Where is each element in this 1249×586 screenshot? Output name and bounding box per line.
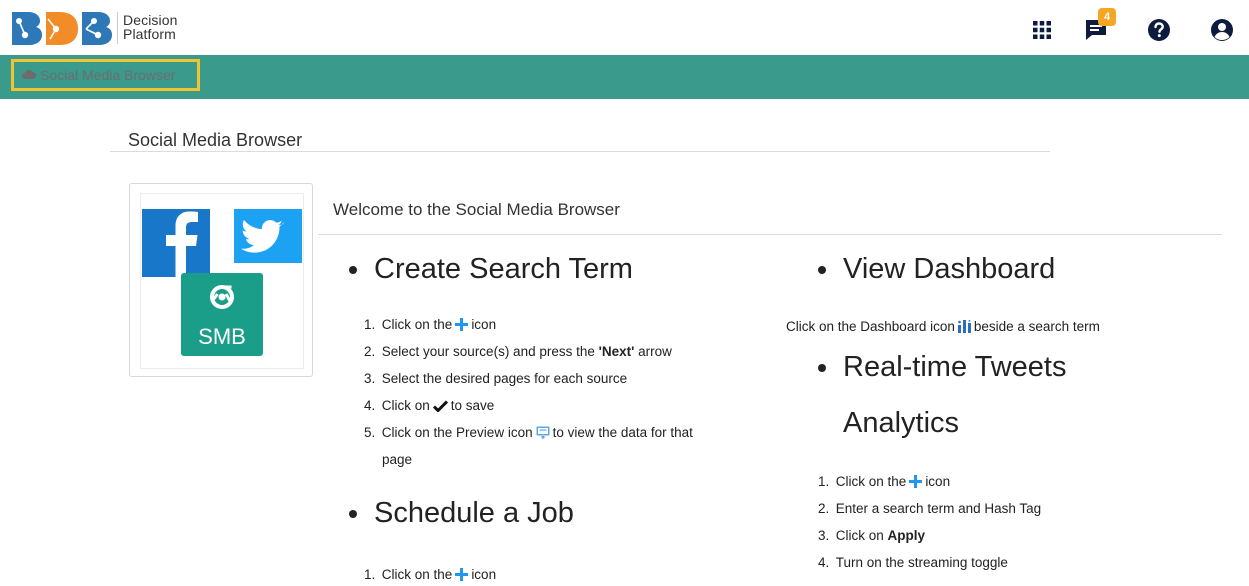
view-dashboard-heading: View Dashboard bbox=[818, 253, 1055, 286]
bullet bbox=[818, 265, 826, 274]
create-search-term-heading: Create Search Term bbox=[349, 253, 633, 286]
realtime-heading-line2: Analytics bbox=[843, 407, 960, 439]
plus-icon bbox=[455, 568, 469, 581]
help-icon[interactable] bbox=[1146, 17, 1172, 43]
dashboard-instruction: Click on the Dashboard icon beside a sea… bbox=[786, 319, 1100, 334]
list-item: 2. Select your source(s) and press the '… bbox=[364, 344, 672, 359]
title-divider bbox=[110, 151, 1050, 152]
list-item: 2. Enter a search term and Hash Tag bbox=[818, 501, 1042, 516]
list-item: 3. Click on Apply bbox=[818, 528, 926, 543]
list-item: 1. Click on the icon bbox=[364, 317, 497, 332]
top-header: Decision Platform 4 bbox=[0, 0, 1249, 55]
list-item: 3. Select the desired pages for each sou… bbox=[364, 371, 628, 386]
plus-icon bbox=[909, 475, 923, 488]
schedule-heading-text: Schedule a Job bbox=[374, 497, 574, 529]
plus-icon bbox=[455, 318, 469, 331]
list-item: 4. Turn on the streaming toggle bbox=[818, 555, 1008, 570]
smb-thumbnail-frame: SMB bbox=[140, 193, 304, 369]
breadcrumb-label: Social Media Browser bbox=[40, 67, 176, 83]
page-title: Social Media Browser bbox=[128, 130, 303, 150]
brand-line2: Platform bbox=[123, 26, 176, 42]
bullet bbox=[349, 509, 357, 518]
brand-name: Decision Platform bbox=[123, 13, 178, 41]
realtime-tweets-heading: Real-time Tweets bbox=[818, 351, 1067, 384]
dashboard-heading-text: View Dashboard bbox=[843, 253, 1056, 285]
dashboard-icon bbox=[957, 320, 971, 333]
smb-label: SMB bbox=[198, 324, 246, 349]
apps-grid-icon[interactable] bbox=[1029, 17, 1055, 43]
user-icon[interactable] bbox=[1209, 17, 1235, 43]
bullet bbox=[349, 265, 357, 274]
list-item-continuation: page bbox=[382, 452, 413, 467]
checkmark-icon bbox=[432, 399, 448, 412]
smb-thumbnail-card: SMB bbox=[129, 183, 313, 377]
navigation-bar: Social Media Browser bbox=[0, 55, 1249, 99]
schedule-job-heading: Schedule a Job bbox=[349, 497, 574, 530]
list-item: 4. Click on to save bbox=[364, 398, 495, 413]
smb-composite-image: SMB bbox=[142, 209, 302, 356]
notification-badge[interactable]: 4 bbox=[1098, 8, 1116, 26]
create-heading-text: Create Search Term bbox=[374, 253, 633, 285]
bullet bbox=[818, 363, 826, 372]
bdb-logo[interactable] bbox=[8, 9, 116, 49]
list-item: 5. Click on the Preview icon to view the… bbox=[364, 425, 693, 440]
breadcrumb-social-media-browser[interactable]: Social Media Browser bbox=[11, 59, 200, 91]
welcome-text: Welcome to the Social Media Browser bbox=[333, 200, 620, 219]
preview-icon bbox=[536, 426, 550, 439]
welcome-divider bbox=[318, 234, 1222, 235]
realtime-heading-line1: Real-time Tweets bbox=[843, 351, 1067, 383]
brand-divider bbox=[117, 12, 118, 44]
brand-line1: Decision bbox=[123, 12, 178, 28]
cloud-icon bbox=[22, 70, 36, 79]
list-item: 1. Click on the icon bbox=[818, 474, 951, 489]
list-item: 1. Click on the icon bbox=[364, 567, 497, 582]
